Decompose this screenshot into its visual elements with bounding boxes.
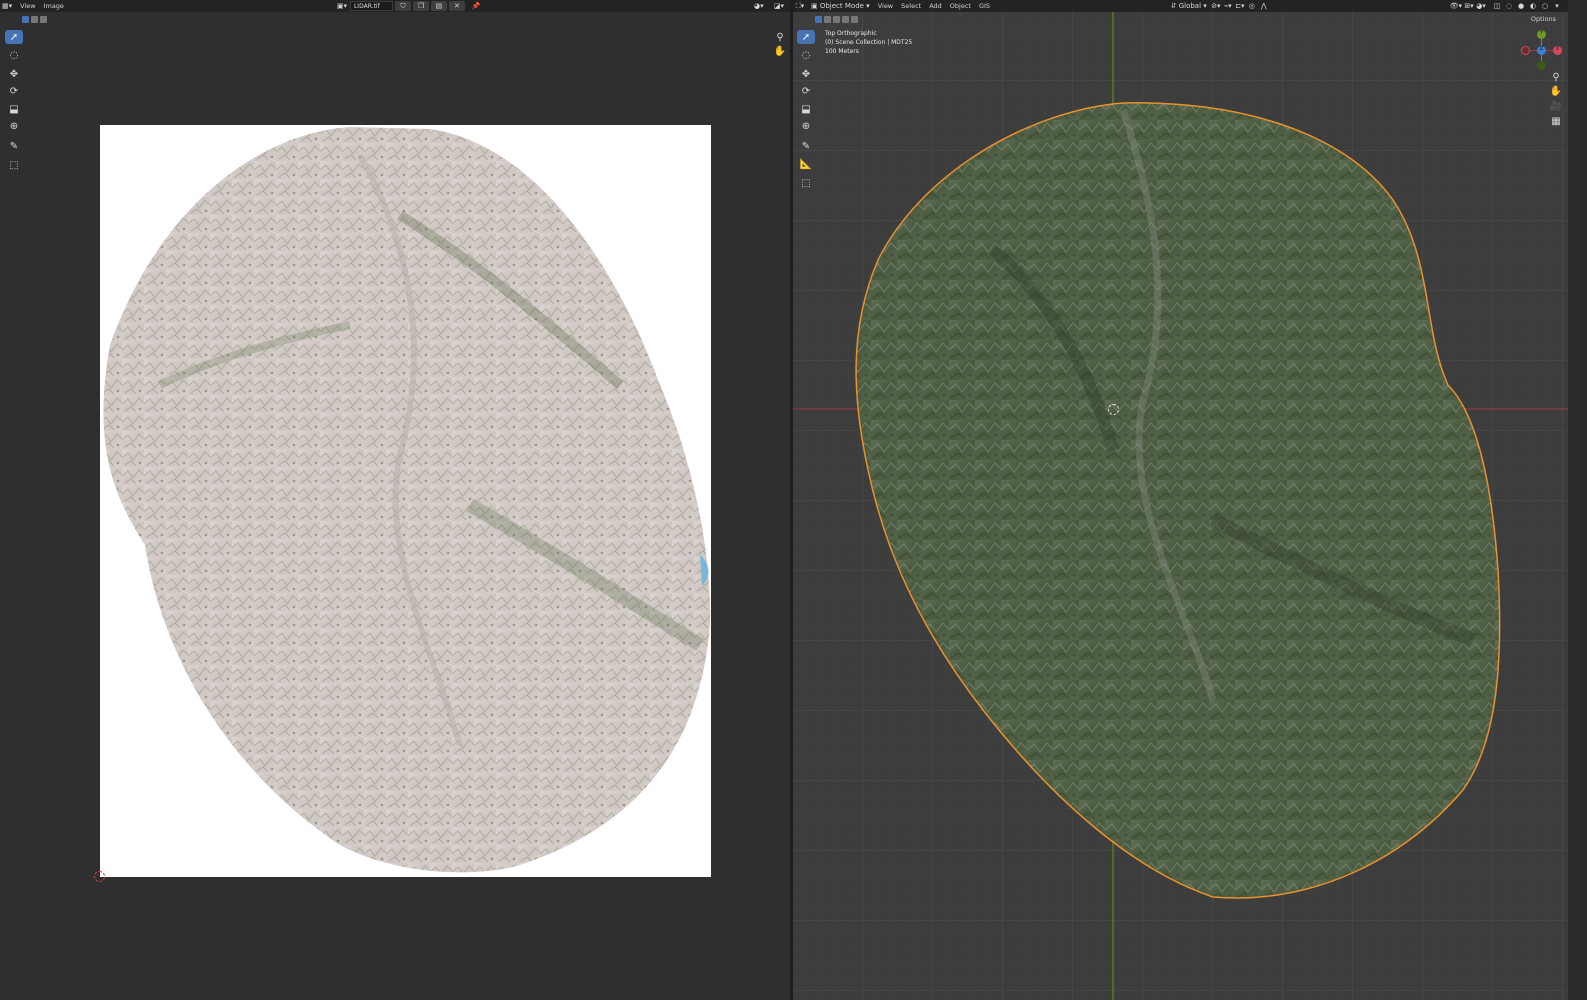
- gizmo-toggle-icon[interactable]: ◕▾: [754, 1, 764, 11]
- selection-mode-bar: [0, 12, 790, 26]
- cursor-tool-icon[interactable]: ◌: [5, 48, 23, 62]
- open-image-icon[interactable]: ▤: [430, 1, 447, 11]
- zoom-icon[interactable]: ⚲: [773, 30, 787, 44]
- editor-type-icon[interactable]: ▦▾: [2, 1, 12, 11]
- image-name-field[interactable]: LIDAR.tif: [349, 1, 393, 11]
- transform-tool-icon[interactable]: ⊕: [5, 119, 23, 133]
- select-subtract-icon[interactable]: [40, 15, 47, 23]
- 3d-viewport: ⛶▾ ▣ Object Mode ▾ View Select Add Objec…: [793, 0, 1568, 1000]
- select-new-icon[interactable]: [22, 15, 29, 23]
- annotate-tool-icon[interactable]: ✎: [5, 139, 23, 153]
- terrain-selection-outline: [855, 102, 1501, 899]
- menu-view[interactable]: View: [20, 2, 35, 10]
- rotate-tool-icon[interactable]: ⟳: [5, 84, 23, 98]
- image-canvas: [100, 125, 711, 877]
- select-extend-icon[interactable]: [31, 15, 38, 23]
- unlink-image-icon[interactable]: ✕: [448, 1, 465, 11]
- lidar-map-image: [103, 127, 711, 873]
- sample-tool-icon[interactable]: ⬚: [5, 158, 23, 172]
- image-editor: ▦▾ View Image ▣▾ LIDAR.tif ⛉ ❐ ▤ ✕ 📌 ◕▾ …: [0, 0, 790, 1000]
- terrain-mesh[interactable]: [793, 0, 1568, 1000]
- pan-hand-icon[interactable]: ✋: [773, 44, 787, 58]
- new-image-icon[interactable]: ❐: [412, 1, 429, 11]
- 3d-cursor-icon[interactable]: [1108, 404, 1119, 415]
- select-tool-icon[interactable]: ➚: [5, 30, 23, 44]
- pin-icon[interactable]: 📌: [471, 1, 481, 11]
- menu-image[interactable]: Image: [44, 2, 64, 10]
- image-editor-header: ▦▾ View Image ▣▾ LIDAR.tif ⛉ ❐ ▤ ✕ 📌 ◕▾ …: [0, 0, 790, 12]
- fake-user-icon[interactable]: ⛉: [394, 1, 411, 11]
- display-channels-icon[interactable]: ◪▾: [774, 1, 784, 11]
- image-browse-icon[interactable]: ▣▾: [337, 1, 347, 11]
- move-tool-icon[interactable]: ✥: [5, 67, 23, 81]
- 2d-cursor-icon[interactable]: [94, 871, 105, 882]
- scale-tool-icon[interactable]: ⬓: [5, 102, 23, 116]
